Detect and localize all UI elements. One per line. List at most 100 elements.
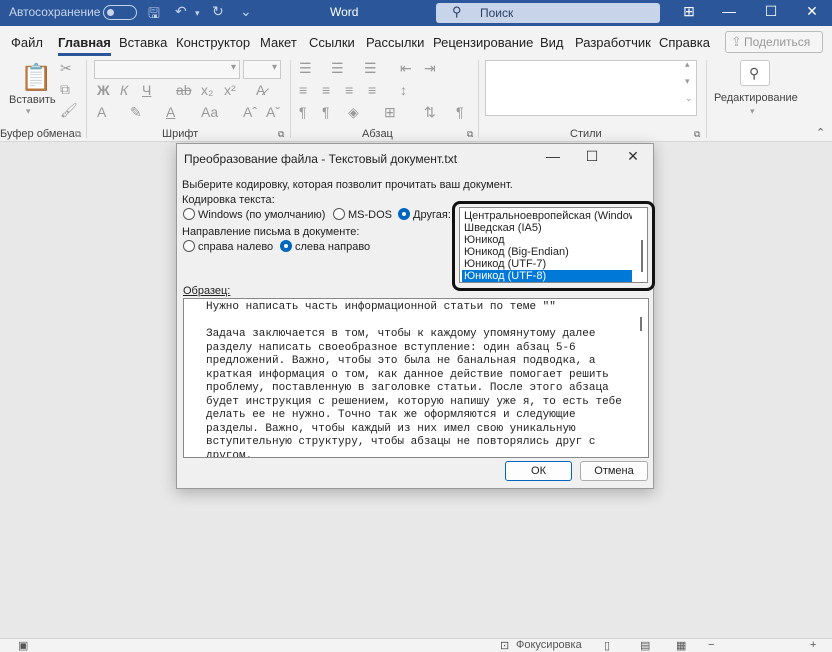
borders-icon[interactable]: ⊞ bbox=[384, 104, 396, 121]
encoding-label: Кодировка текста: bbox=[182, 194, 275, 206]
ltr-icon[interactable]: ¶ bbox=[299, 104, 307, 120]
change-case-icon[interactable]: Aa bbox=[201, 104, 218, 120]
styles-more-icon[interactable]: ⌄ bbox=[685, 93, 693, 104]
web-layout-icon[interactable]: ▦ bbox=[676, 639, 686, 652]
zoom-in-icon[interactable]: + bbox=[810, 639, 816, 651]
minimize-button[interactable]: — bbox=[714, 3, 744, 19]
increase-indent-icon[interactable]: ⇥ bbox=[424, 60, 436, 77]
multilevel-list-icon[interactable]: ☰ bbox=[364, 60, 377, 77]
strikethrough-icon[interactable]: ab bbox=[176, 82, 192, 98]
tab-view[interactable]: Вид bbox=[540, 35, 564, 50]
clear-formatting-icon[interactable]: A̷ bbox=[256, 82, 265, 98]
bullets-icon[interactable]: ☰ bbox=[299, 60, 312, 77]
radio-ltr[interactable] bbox=[280, 240, 292, 252]
customize-toolbar-icon[interactable]: ⌄ bbox=[240, 3, 252, 20]
collapse-ribbon-icon[interactable]: ⌃ bbox=[816, 126, 825, 139]
show-marks-icon[interactable]: ¶ bbox=[456, 104, 464, 120]
radio-rtl[interactable] bbox=[183, 240, 195, 252]
radio-ltr-label[interactable]: слева направо bbox=[295, 241, 370, 253]
radio-windows-label[interactable]: Windows (по умолчанию) bbox=[198, 209, 325, 221]
editing-button[interactable]: ⚲ bbox=[740, 60, 770, 86]
styles-launcher-icon[interactable]: ⧉ bbox=[694, 129, 700, 140]
justify-icon[interactable]: ≡ bbox=[368, 82, 376, 98]
zoom-out-icon[interactable]: − bbox=[708, 639, 714, 651]
maximize-button[interactable]: ☐ bbox=[756, 3, 786, 20]
format-painter-icon[interactable]: 🖌 bbox=[60, 102, 78, 119]
redo-icon[interactable]: ↻ bbox=[212, 3, 224, 20]
ribbon-display-icon[interactable]: ⊞ bbox=[674, 3, 704, 20]
sample-preview[interactable]: Нужно написать часть информационной стат… bbox=[183, 298, 649, 458]
print-layout-icon[interactable]: ▤ bbox=[640, 639, 650, 652]
tab-references[interactable]: Ссылки bbox=[309, 35, 355, 50]
dialog-close-button[interactable]: ✕ bbox=[619, 148, 647, 165]
underline-icon[interactable]: Ч bbox=[142, 82, 151, 98]
tab-layout[interactable]: Макет bbox=[260, 35, 297, 50]
sample-line: разделу написать своеобразное вступление… bbox=[206, 342, 576, 354]
sample-scrollbar[interactable] bbox=[640, 317, 642, 331]
autosave-toggle[interactable] bbox=[103, 5, 137, 20]
radio-msdos-label[interactable]: MS-DOS bbox=[348, 209, 392, 221]
tab-mailings[interactable]: Рассылки bbox=[366, 35, 424, 50]
align-center-icon[interactable]: ≡ bbox=[322, 82, 330, 98]
line-spacing-icon[interactable]: ↕ bbox=[400, 82, 407, 98]
share-button[interactable]: ⇪ Поделиться bbox=[725, 31, 823, 53]
paragraph-launcher-icon[interactable]: ⧉ bbox=[467, 129, 473, 140]
read-mode-icon[interactable]: ▯ bbox=[604, 639, 610, 652]
copy-icon[interactable]: ⧉ bbox=[60, 81, 70, 98]
paste-icon[interactable]: 📋 bbox=[20, 62, 52, 93]
tab-design[interactable]: Конструктор bbox=[176, 35, 250, 50]
tab-developer[interactable]: Разработчик bbox=[575, 35, 651, 50]
highlight-icon[interactable]: ✎ bbox=[130, 104, 142, 121]
styles-scroll-down-icon[interactable]: ▾ bbox=[685, 76, 690, 87]
radio-windows[interactable] bbox=[183, 208, 195, 220]
decrease-indent-icon[interactable]: ⇤ bbox=[400, 60, 412, 77]
font-color-icon[interactable]: A bbox=[166, 104, 175, 120]
undo-icon[interactable]: ↶ bbox=[175, 3, 187, 20]
tab-home[interactable]: Главная bbox=[58, 35, 111, 56]
sample-line: проблему, поставленную в заголовке стать… bbox=[206, 382, 609, 394]
font-launcher-icon[interactable]: ⧉ bbox=[278, 129, 284, 140]
shading-icon[interactable]: ◈ bbox=[348, 104, 359, 121]
cut-icon[interactable]: ✂ bbox=[60, 60, 72, 77]
grow-font-icon[interactable]: Aˆ bbox=[243, 104, 257, 120]
tab-help[interactable]: Справка bbox=[659, 35, 710, 50]
editing-label[interactable]: Редактирование bbox=[714, 92, 798, 104]
italic-icon[interactable]: К bbox=[120, 82, 128, 98]
align-right-icon[interactable]: ≡ bbox=[345, 82, 353, 98]
tab-file[interactable]: Файл bbox=[11, 35, 43, 50]
ok-button[interactable]: ОК bbox=[505, 461, 572, 481]
rtl-icon[interactable]: ¶ bbox=[322, 104, 330, 120]
undo-dropdown-icon[interactable]: ▾ bbox=[195, 8, 200, 19]
text-effects-icon[interactable]: A bbox=[97, 104, 106, 120]
radio-msdos[interactable] bbox=[333, 208, 345, 220]
numbering-icon[interactable]: ☰ bbox=[331, 60, 344, 77]
tab-review[interactable]: Рецензирование bbox=[433, 35, 533, 50]
cancel-button[interactable]: Отмена bbox=[580, 461, 648, 481]
shrink-font-icon[interactable]: Aˇ bbox=[266, 104, 280, 120]
radio-other-label[interactable]: Другая: bbox=[413, 209, 451, 221]
dialog-maximize-button[interactable]: ☐ bbox=[578, 148, 606, 165]
sort-icon[interactable]: ⇅ bbox=[424, 104, 436, 121]
focus-label[interactable]: Фокусировка bbox=[516, 639, 582, 651]
styles-scroll-up-icon[interactable]: ▴ bbox=[685, 59, 690, 70]
editing-dropdown-icon[interactable]: ▾ bbox=[750, 106, 755, 117]
radio-other[interactable] bbox=[398, 208, 410, 220]
macro-icon[interactable]: ▣ bbox=[18, 639, 28, 652]
font-name-combo[interactable]: ▾ bbox=[94, 60, 240, 79]
bold-icon[interactable]: Ж bbox=[97, 82, 110, 98]
font-size-combo[interactable]: ▾ bbox=[243, 60, 281, 79]
clipboard-launcher-icon[interactable]: ⧉ bbox=[75, 129, 81, 140]
superscript-icon[interactable]: x² bbox=[224, 82, 236, 98]
styles-gallery[interactable] bbox=[485, 60, 697, 116]
tab-insert[interactable]: Вставка bbox=[119, 35, 167, 50]
save-icon[interactable]: 🖫 bbox=[148, 3, 160, 27]
radio-rtl-label[interactable]: справа налево bbox=[198, 241, 273, 253]
subscript-icon[interactable]: x₂ bbox=[201, 82, 213, 98]
align-left-icon[interactable]: ≡ bbox=[299, 82, 307, 98]
focus-icon[interactable]: ⊡ bbox=[500, 639, 509, 652]
paste-label[interactable]: Вставить bbox=[9, 94, 56, 106]
search-box[interactable]: ⚲ Поиск bbox=[436, 3, 660, 23]
close-window-button[interactable]: ✕ bbox=[797, 3, 827, 20]
paste-dropdown-icon[interactable]: ▾ bbox=[26, 106, 31, 117]
chevron-down-icon: ▾ bbox=[271, 62, 277, 73]
